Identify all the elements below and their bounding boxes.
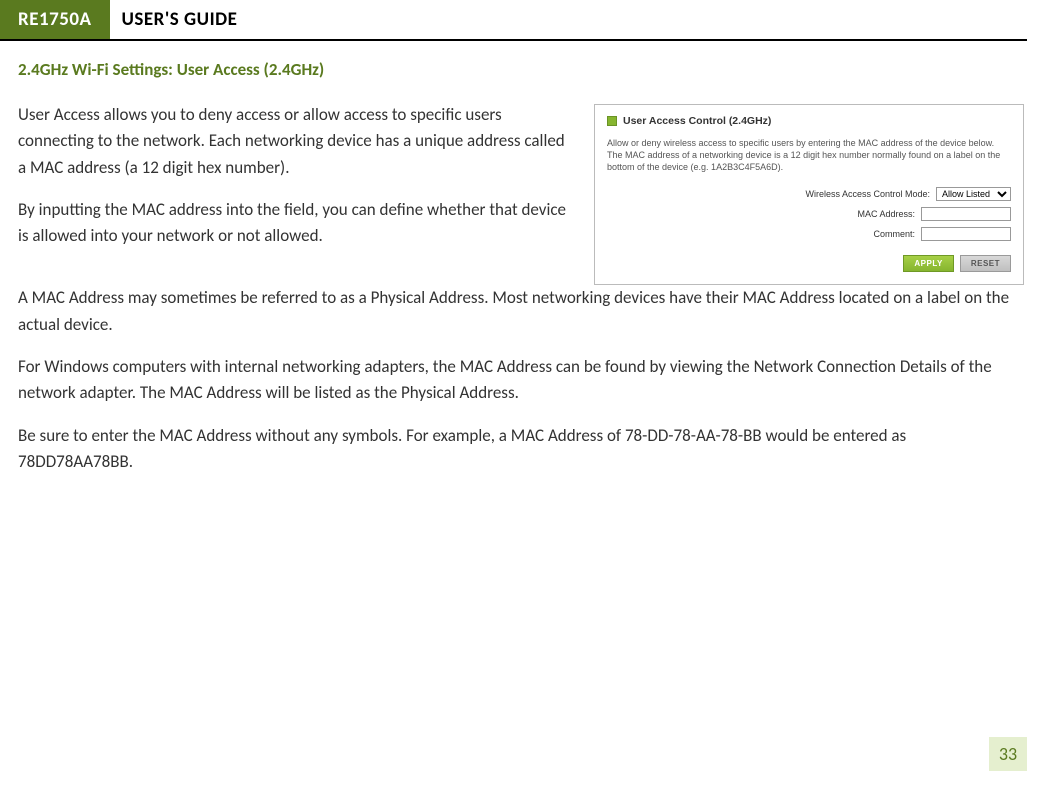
form-row-comment: Comment: [607,227,1011,241]
mac-input[interactable] [921,207,1011,221]
comment-label: Comment: [775,229,915,239]
main-flex: User Access allows you to deny access or… [18,102,1024,285]
text-column: User Access allows you to deny access or… [18,102,576,266]
form-row-mac: MAC Address: [607,207,1011,221]
header-model: RE1750A [0,0,110,39]
apply-button[interactable]: APPLY [903,255,953,272]
form-row-mode: Wireless Access Control Mode: Allow List… [607,187,1011,201]
paragraph-2: By inputting the MAC address into the fi… [18,197,576,250]
button-row: APPLY RESET [607,255,1011,272]
panel-square-icon [607,116,617,126]
page-content: 2.4GHz Wi-Fi Settings: User Access (2.4G… [0,41,1042,475]
panel-title: User Access Control (2.4GHz) [623,115,771,127]
panel-title-row: User Access Control (2.4GHz) [607,115,1011,127]
section-title: 2.4GHz Wi-Fi Settings: User Access (2.4G… [18,59,1024,80]
page-number: 33 [989,737,1027,771]
panel-description: Allow or deny wireless access to specifi… [607,137,1011,173]
mode-label: Wireless Access Control Mode: [790,189,930,199]
mode-select[interactable]: Allow Listed [936,187,1011,201]
paragraph-3: A MAC Address may sometimes be referred … [18,285,1024,338]
page-header: RE1750A USER'S GUIDE [0,0,1027,41]
paragraph-5: Be sure to enter the MAC Address without… [18,423,1024,476]
user-access-panel: User Access Control (2.4GHz) Allow or de… [594,104,1024,285]
mac-label: MAC Address: [775,209,915,219]
reset-button[interactable]: RESET [960,255,1011,272]
header-title: USER'S GUIDE [110,0,250,39]
text-column-full: A MAC Address may sometimes be referred … [18,285,1024,475]
comment-input[interactable] [921,227,1011,241]
paragraph-4: For Windows computers with internal netw… [18,354,1024,407]
paragraph-1: User Access allows you to deny access or… [18,102,576,181]
